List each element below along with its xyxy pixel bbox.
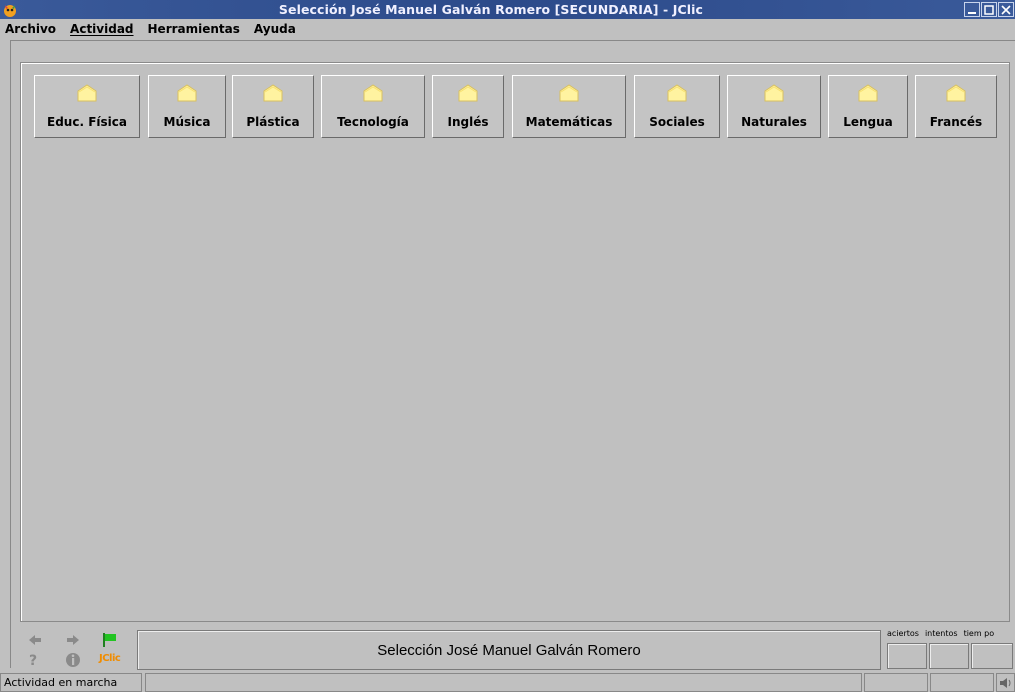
intentos-label: intentos bbox=[924, 629, 958, 638]
category-button-lengua[interactable]: Lengua bbox=[828, 75, 908, 138]
speaker-icon bbox=[1000, 677, 1011, 688]
category-button-ingles[interactable]: Inglés bbox=[432, 75, 504, 138]
counters-labels: aciertos intentos tiem po bbox=[884, 629, 1015, 638]
category-button-plastica[interactable]: Plástica bbox=[232, 75, 314, 138]
forward-arrow-icon[interactable] bbox=[66, 634, 80, 646]
status-progress bbox=[145, 673, 862, 692]
status-bar: Actividad en marcha bbox=[0, 673, 1015, 692]
category-label: Naturales bbox=[741, 115, 807, 129]
sound-toggle[interactable] bbox=[996, 673, 1015, 692]
folder-icon bbox=[559, 84, 579, 102]
close-icon[interactable] bbox=[998, 2, 1014, 17]
maximize-icon[interactable] bbox=[981, 2, 997, 17]
category-label: Francés bbox=[929, 115, 983, 129]
tiempo-counter bbox=[971, 643, 1013, 669]
category-button-matematicas[interactable]: Matemáticas bbox=[512, 75, 626, 138]
category-button-naturales[interactable]: Naturales bbox=[727, 75, 821, 138]
category-button-sociales[interactable]: Sociales bbox=[634, 75, 720, 138]
category-button-musica[interactable]: Música bbox=[148, 75, 226, 138]
folder-icon bbox=[363, 84, 383, 102]
category-label: Matemáticas bbox=[525, 115, 613, 129]
menu-herramientas[interactable]: Herramientas bbox=[147, 22, 241, 36]
jclic-app-icon[interactable] bbox=[2, 2, 18, 18]
category-label: Inglés bbox=[447, 115, 489, 129]
folder-icon bbox=[946, 84, 966, 102]
folder-icon bbox=[77, 84, 97, 102]
folder-icon bbox=[764, 84, 784, 102]
category-label: Lengua bbox=[843, 115, 893, 129]
status-label: Actividad en marcha bbox=[4, 676, 118, 689]
category-label: Tecnología bbox=[337, 115, 409, 129]
folder-icon bbox=[458, 84, 478, 102]
category-label: Plástica bbox=[246, 115, 300, 129]
category-button-tecnologia[interactable]: Tecnología bbox=[321, 75, 425, 138]
tiempo-label: tiem po bbox=[963, 629, 995, 638]
message-text: Selección José Manuel Galván Romero bbox=[377, 641, 641, 659]
menu-archivo[interactable]: Archivo bbox=[4, 22, 57, 36]
aciertos-counter bbox=[887, 643, 927, 669]
svg-text:?: ? bbox=[29, 653, 37, 668]
status-cell-1 bbox=[864, 673, 928, 692]
folder-icon bbox=[858, 84, 878, 102]
status-cell-2 bbox=[930, 673, 994, 692]
menu-ayuda[interactable]: Ayuda bbox=[253, 22, 297, 36]
category-button-frances[interactable]: Francés bbox=[915, 75, 997, 138]
activity-panel bbox=[20, 62, 1010, 622]
folder-icon bbox=[177, 84, 197, 102]
category-button-educ-fisica[interactable]: Educ. Física bbox=[34, 75, 140, 138]
info-icon[interactable] bbox=[65, 652, 81, 668]
help-icon[interactable]: ? bbox=[28, 652, 40, 668]
folder-icon bbox=[263, 84, 283, 102]
jclic-logo[interactable]: JClic bbox=[99, 653, 121, 664]
menu-actividad[interactable]: Actividad bbox=[69, 22, 134, 36]
back-arrow-icon[interactable] bbox=[28, 634, 42, 646]
category-label: Educ. Física bbox=[47, 115, 127, 129]
minimize-icon[interactable] bbox=[964, 2, 980, 17]
title-bar: Selección José Manuel Galván Romero [SEC… bbox=[0, 0, 1015, 19]
category-label: Música bbox=[163, 115, 211, 129]
window-title: Selección José Manuel Galván Romero [SEC… bbox=[278, 2, 704, 17]
restart-flag-icon[interactable] bbox=[102, 632, 118, 648]
message-box: Selección José Manuel Galván Romero bbox=[137, 630, 881, 670]
status-text: Actividad en marcha bbox=[0, 673, 142, 692]
aciertos-label: aciertos bbox=[887, 629, 919, 638]
player-controls: ? JClic bbox=[18, 630, 128, 670]
intentos-counter bbox=[929, 643, 969, 669]
folder-icon bbox=[667, 84, 687, 102]
category-label: Sociales bbox=[649, 115, 705, 129]
menu-bar: Archivo Actividad Herramientas Ayuda bbox=[0, 19, 1015, 38]
